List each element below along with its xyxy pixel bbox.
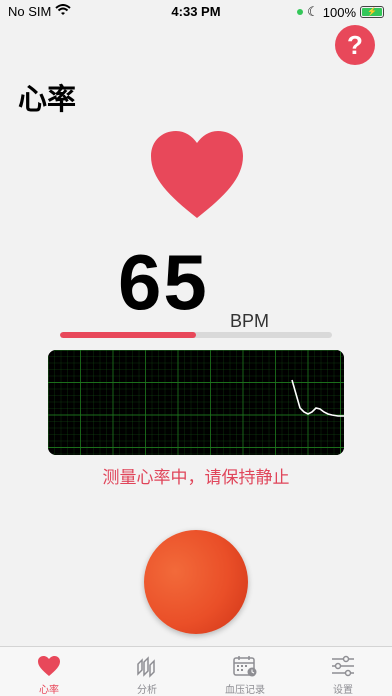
progress-fill bbox=[60, 332, 196, 338]
heart-icon bbox=[38, 656, 60, 676]
help-button[interactable]: ? bbox=[335, 25, 375, 65]
tab-label: 分析 bbox=[137, 685, 157, 696]
status-indicators: ☾ 100% ⚡ bbox=[297, 4, 384, 20]
bpm-unit: BPM bbox=[230, 311, 270, 331]
tab-label: 心率 bbox=[39, 685, 59, 696]
moon-icon: ☾ bbox=[307, 4, 319, 19]
tab-blood-pressure[interactable]: 血压记录 bbox=[196, 647, 294, 696]
battery-icon: ⚡ bbox=[360, 6, 384, 18]
page-title: 心率 bbox=[18, 82, 77, 116]
sliders-icon bbox=[332, 655, 354, 677]
ecg-waveform bbox=[48, 350, 344, 455]
tab-label: 设置 bbox=[333, 685, 353, 696]
bpm-value: 65 bbox=[118, 238, 209, 326]
tab-settings[interactable]: 设置 bbox=[294, 647, 392, 696]
battery-percent: 100% bbox=[322, 4, 356, 20]
heart-icon bbox=[149, 130, 245, 220]
measure-button[interactable] bbox=[144, 530, 248, 634]
measurement-progress bbox=[60, 332, 332, 338]
status-message: 测量心率中，请保持静止 bbox=[102, 468, 290, 488]
calendar-icon bbox=[233, 656, 257, 677]
tab-analysis[interactable]: 分析 bbox=[98, 647, 196, 696]
tab-label: 血压记录 bbox=[225, 685, 265, 696]
analysis-icon bbox=[137, 656, 155, 678]
camera-indicator-icon bbox=[297, 9, 304, 15]
tab-heart-rate[interactable]: 心率 bbox=[0, 647, 98, 696]
tab-bar: 心率 分析 血压记录 设置 bbox=[0, 646, 392, 696]
status-bar: No SIM 4:33 PM ☾ 100% ⚡ bbox=[0, 0, 392, 24]
